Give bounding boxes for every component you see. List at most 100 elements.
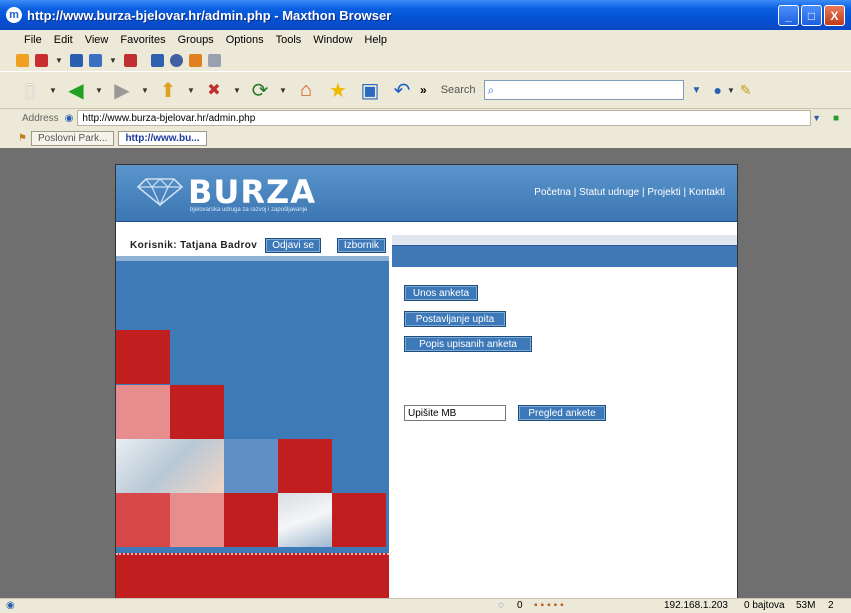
search-label: Search [440,84,476,96]
window-controls: _ □ X [778,5,845,26]
status-tools-icons[interactable]: ▪▪▪▪▪ [534,600,567,611]
search-dropdown-icon[interactable]: ▼ [692,85,702,96]
menu-file[interactable]: File [24,34,42,46]
decor-photo [278,493,332,547]
search-input[interactable]: ⌕ [483,80,684,100]
toolbar-overflow[interactable]: » [420,83,427,97]
decor-square [116,385,170,439]
chevron-down-icon[interactable]: ▼ [94,86,104,95]
nav-kontakti[interactable]: Kontakti [689,187,725,198]
menu-favorites[interactable]: Favorites [120,34,165,46]
menu-window[interactable]: Window [313,34,352,46]
decor-square [224,493,278,547]
group-icon[interactable] [89,53,102,67]
search-icon: ⌕ [487,82,495,97]
address-input[interactable]: http://www.burza-bjelovar.hr/admin.php [77,110,811,126]
mb-input[interactable]: Upišite MB [404,405,506,421]
menu-options[interactable]: Options [226,34,264,46]
menu-help[interactable]: Help [364,34,387,46]
status-globe-icon[interactable]: ◌ [498,600,504,611]
chevron-down-icon[interactable]: ▼ [278,86,288,95]
maxthon-icon: m [6,7,22,23]
decor-square [170,385,224,439]
close-all-icon[interactable] [124,53,137,67]
site-header: BURZA bjelovarska udruga za razvoj i zap… [116,165,737,222]
user-label: Korisnik: Tatjana Badrov [130,239,258,251]
address-bar: Address ◉ http://www.burza-bjelovar.hr/a… [0,109,851,127]
status-counter: 0 [517,600,523,611]
close-tab-icon[interactable] [35,53,48,67]
menu-view[interactable]: View [85,34,109,46]
home-icon[interactable]: ⌂ [292,76,320,104]
menu-edit[interactable]: Edit [54,34,73,46]
popis-anketa-button[interactable]: Popis upisanih anketa [404,336,532,352]
back-icon[interactable]: ◀ [62,76,90,104]
chevron-down-icon[interactable]: ▼ [48,86,58,95]
logout-button[interactable]: Odjavi se [265,237,321,253]
tab-burza[interactable]: http://www.bu... [118,130,207,146]
decor-photo [116,439,224,493]
decor-stripe [116,553,389,601]
menu-groups[interactable]: Groups [178,34,214,46]
status-ip: 192.168.1.203 [664,600,728,611]
chevron-down-icon[interactable]: ▼ [54,56,64,65]
decor-square [116,493,170,547]
decor-square [116,330,170,384]
refresh-icon[interactable]: ⟳ [246,76,274,104]
forward-icon[interactable]: ▶ [108,76,136,104]
clean-icon[interactable] [208,53,221,67]
nav-projekti[interactable]: Projekti [647,187,680,198]
window-icon[interactable] [70,53,83,67]
menu-tools[interactable]: Tools [276,34,302,46]
decor-square [224,439,278,493]
minimize-button[interactable]: _ [778,5,799,26]
main-toolbar: ▯ ▼ ◀ ▼ ▶ ▼ ⬆ ▼ ✖ ▼ ⟳ ▼ ⌂ ★ ▣ ↶ » Search… [0,71,851,109]
new-page-icon[interactable]: ▯ [16,76,44,104]
status-bar: ◉ ◌ 0 ▪▪▪▪▪ 192.168.1.203 0 bajtova 53M … [0,598,851,613]
menu-bar: File Edit View Favorites Groups Options … [0,30,851,50]
unos-anketa-button[interactable]: Unos anketa [404,285,478,301]
nav-pocetna[interactable]: Početna [534,187,571,198]
chevron-down-icon[interactable]: ▼ [108,56,118,65]
panel-strip [392,235,737,245]
go-icon[interactable]: ■ [833,113,839,124]
search-engine-icon[interactable]: ● [713,82,721,98]
title-bar: m http://www.burza-bjelovar.hr/admin.php… [0,0,851,30]
favorites-star-icon[interactable]: ★ [324,76,352,104]
block-icon[interactable] [170,53,183,67]
maximize-button[interactable]: □ [801,5,822,26]
chevron-down-icon[interactable]: ▼ [186,86,196,95]
logo-subtitle: bjelovarska udruga za razvoj i zapošljav… [190,207,308,213]
group-window-icon[interactable]: ▣ [356,76,384,104]
decor-dots [116,553,389,559]
page-icon: ◉ [64,112,74,124]
close-button[interactable]: X [824,5,845,26]
screen-icon[interactable] [151,53,164,67]
decor-square [278,439,332,493]
address-label: Address [22,112,59,124]
postavljanje-upita-button[interactable]: Postavljanje upita [404,311,506,327]
status-page-icon: ◉ [6,600,15,611]
nav-statut[interactable]: Statut udruge [579,187,639,198]
tab-poslovni-park[interactable]: Poslovni Park... [30,130,115,146]
folder-icon[interactable] [16,53,29,67]
user-bar: Korisnik: Tatjana Badrov Odjavi se Izbor… [116,234,389,256]
decor-square [170,493,224,547]
decorative-panel [116,256,389,601]
top-nav: Početna | Statut udruge | Projekti | Kon… [534,187,725,198]
notes-icon[interactable] [189,53,202,67]
pregled-ankete-button[interactable]: Pregled ankete [518,405,606,421]
panel-header [392,245,737,267]
highlight-icon[interactable]: ✎ [740,82,752,99]
status-memory: 53M [796,600,816,611]
stop-icon[interactable]: ✖ [200,76,228,104]
up-icon[interactable]: ⬆ [154,76,182,104]
chevron-down-icon[interactable]: ▼ [726,86,736,95]
menu-button[interactable]: Izbornik [336,237,386,253]
address-dropdown-icon[interactable]: ▼ [812,113,821,123]
chevron-down-icon[interactable]: ▼ [140,86,150,95]
chevron-down-icon[interactable]: ▼ [232,86,242,95]
undo-icon[interactable]: ↶ [388,76,416,104]
logo-text: BURZA [188,173,316,211]
admin-panel: Unos anketa Postavljanje upita Popis upi… [392,235,737,601]
